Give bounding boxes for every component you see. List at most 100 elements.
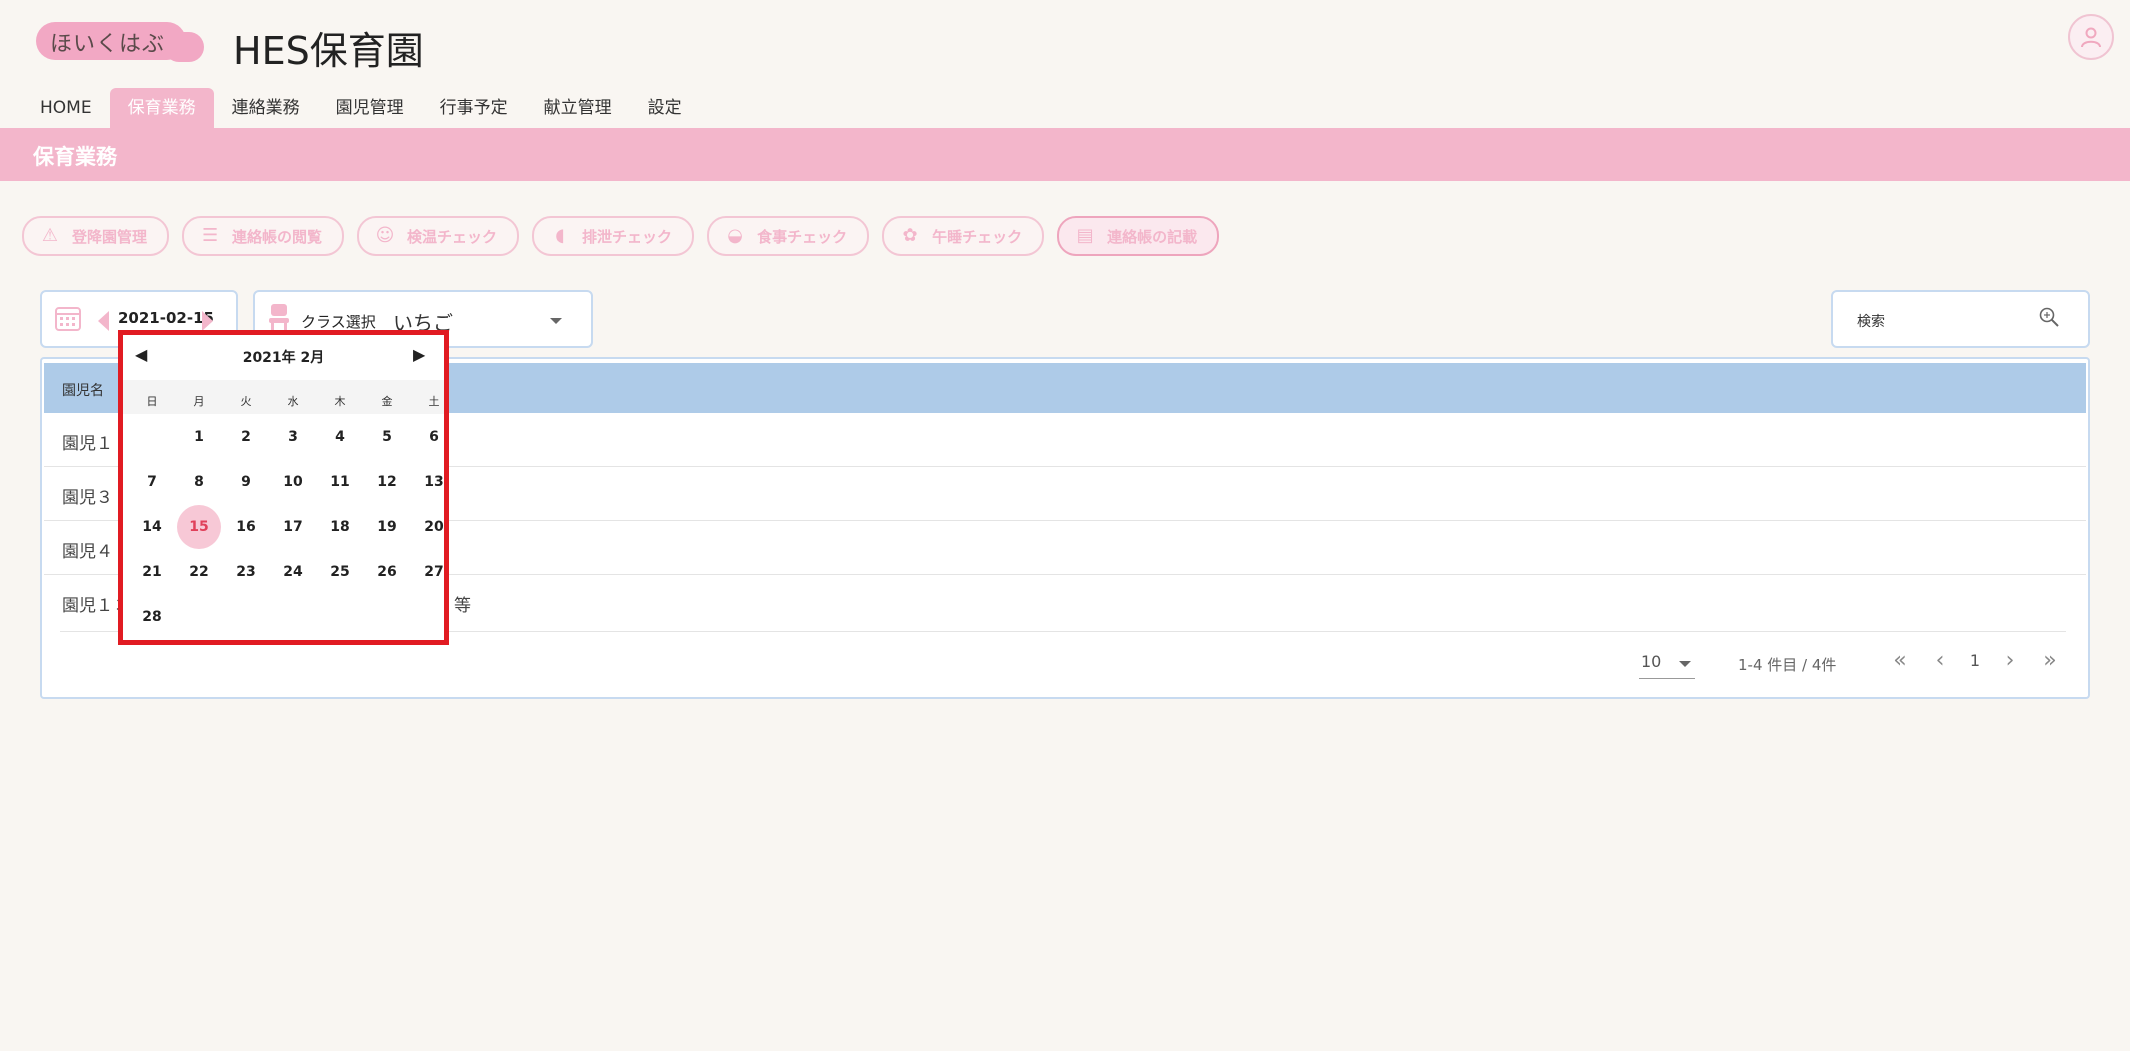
calendar-icon[interactable] xyxy=(54,304,82,332)
duck-icon: ◖ xyxy=(555,225,565,246)
row-name: 園児４ xyxy=(62,542,113,562)
app-logo[interactable]: ほいくはぶ xyxy=(36,22,206,64)
next-page-icon[interactable]: › xyxy=(1990,648,2030,673)
thermometer-icon: ☺ xyxy=(375,225,395,246)
logo-text: ほいくはぶ xyxy=(50,32,166,57)
write-notebook-button[interactable]: ▤ 連絡帳の記載 xyxy=(1057,216,1220,256)
current-page[interactable]: 1 xyxy=(1960,651,1990,670)
calendar-day[interactable]: 3 xyxy=(271,415,315,459)
calendar-day[interactable]: 17 xyxy=(271,505,315,549)
calendar-day[interactable]: 1 xyxy=(177,415,221,459)
calendar-day[interactable]: 7 xyxy=(130,460,174,504)
nav-kondate-kanri[interactable]: 献立管理 xyxy=(526,88,630,128)
last-page-icon[interactable]: » xyxy=(2030,648,2070,673)
view-notebook-button[interactable]: ☰ 連絡帳の閲覧 xyxy=(182,216,345,256)
nav-settings[interactable]: 設定 xyxy=(630,88,700,128)
calendar-weekday-label: 火 xyxy=(240,395,252,408)
calendar-day[interactable]: 2 xyxy=(224,415,268,459)
calendar-day[interactable]: 8 xyxy=(177,460,221,504)
calendar-day[interactable]: 14 xyxy=(130,505,174,549)
calendar-day[interactable]: 24 xyxy=(271,550,315,594)
nap-check-label: 午睡チェック xyxy=(932,227,1023,246)
calendar-day[interactable]: 5 xyxy=(365,415,409,459)
attendance-button[interactable]: ⚠ 登降園管理 xyxy=(22,216,170,256)
logo-cloud-small xyxy=(164,32,204,62)
write-notebook-label: 連絡帳の記載 xyxy=(1107,227,1198,246)
toilet-check-label: 排泄チェック xyxy=(582,227,673,246)
calendar-day[interactable]: 12 xyxy=(365,460,409,504)
bowl-icon: ◒ xyxy=(727,225,743,246)
calendar-day[interactable]: 11 xyxy=(318,460,362,504)
section-title: 保育業務 xyxy=(33,145,117,169)
user-icon xyxy=(2081,27,2101,48)
calendar-weekday-label: 日 xyxy=(146,395,158,408)
calendar-day[interactable]: 19 xyxy=(365,505,409,549)
calendar-day[interactable]: 20 xyxy=(412,505,456,549)
nav-hoiku-gyomu[interactable]: 保育業務 xyxy=(109,88,214,128)
main-nav: HOME 保育業務 連絡業務 園児管理 行事予定 献立管理 設定 xyxy=(22,88,700,128)
nav-home[interactable]: HOME xyxy=(22,88,110,128)
calendar-day[interactable]: 21 xyxy=(130,550,174,594)
chevron-down-icon xyxy=(550,318,562,324)
calendar-day[interactable]: 27 xyxy=(412,550,456,594)
calendar-day[interactable]: 16 xyxy=(224,505,268,549)
search-icon[interactable] xyxy=(2038,306,2060,328)
temperature-check-label: 検温チェック xyxy=(407,227,498,246)
calendar-weekday-label: 月 xyxy=(193,395,205,408)
calendar-day[interactable]: 28 xyxy=(130,595,174,639)
date-value[interactable]: 2021-02-15 xyxy=(118,309,214,327)
calendar-popup: ◀ 2021年 2月 ▶ 日月火水木金土 1 2 3 4 5 6 7 8 9 10 11 12 13 14 1… xyxy=(118,330,449,645)
calendar-month-label: 2021年 2月 xyxy=(242,350,325,366)
page-info: 1-4 件目 / 4件 xyxy=(1738,656,1837,674)
calendar-day[interactable]: 6 xyxy=(412,415,456,459)
prev-page-icon[interactable]: ‹ xyxy=(1920,648,1960,673)
calendar-weekday-label: 木 xyxy=(334,395,346,408)
rows-per-page-value: 10 xyxy=(1641,652,1662,671)
warning-icon: ⚠ xyxy=(41,225,59,246)
calendar-day[interactable]: 13 xyxy=(412,460,456,504)
calendar-day[interactable]: 25 xyxy=(318,550,362,594)
user-menu-button[interactable] xyxy=(2068,14,2114,60)
calendar-day-selected[interactable]: 15 xyxy=(177,505,221,549)
temperature-check-button[interactable]: ☺ 検温チェック xyxy=(357,216,520,256)
row-name: 園児３ xyxy=(62,488,113,508)
app-title: HES保育園 xyxy=(233,29,424,73)
calendar-day[interactable]: 9 xyxy=(224,460,268,504)
pagination: « ‹ 1 › » xyxy=(1880,648,2070,673)
nav-renraku-gyomu[interactable]: 連絡業務 xyxy=(214,88,318,128)
next-day-arrow-icon[interactable] xyxy=(202,311,213,331)
view-notebook-label: 連絡帳の閲覧 xyxy=(232,227,323,246)
next-month-icon[interactable]: ▶ xyxy=(413,345,425,364)
first-page-icon[interactable]: « xyxy=(1880,648,1920,673)
nap-check-button[interactable]: ✿ 午睡チェック xyxy=(882,216,1045,256)
search-label: 検索 xyxy=(1857,314,1885,330)
calendar-day[interactable]: 22 xyxy=(177,550,221,594)
calendar-day[interactable]: 10 xyxy=(271,460,315,504)
calendar-day[interactable]: 23 xyxy=(224,550,268,594)
list-icon: ☰ xyxy=(201,225,219,246)
section-header: 保育業務 xyxy=(0,128,2130,181)
calendar-day[interactable]: 18 xyxy=(318,505,362,549)
function-toolbar: ⚠ 登降園管理 ☰ 連絡帳の閲覧 ☺ 検温チェック ◖ 排泄チェック ◒ 食事チ… xyxy=(22,216,1220,256)
calendar-weekday-label: 金 xyxy=(381,395,393,408)
calendar-weekday-label: 土 xyxy=(428,395,440,408)
toilet-check-button[interactable]: ◖ 排泄チェック xyxy=(532,216,695,256)
meal-check-label: 食事チェック xyxy=(757,227,848,246)
attendance-label: 登降園管理 xyxy=(72,227,148,246)
row-extra-text: 等 xyxy=(454,596,471,616)
class-select-label: クラス選択 xyxy=(301,313,376,331)
calendar-day[interactable]: 26 xyxy=(365,550,409,594)
meal-check-button[interactable]: ◒ 食事チェック xyxy=(707,216,870,256)
calendar-day[interactable]: 4 xyxy=(318,415,362,459)
chevron-down-icon xyxy=(1679,661,1691,667)
row-name: 園児１ xyxy=(62,434,113,454)
notebook-icon: ▤ xyxy=(1076,225,1094,246)
prev-day-arrow-icon[interactable] xyxy=(98,311,109,331)
column-header-name[interactable]: 園児名 xyxy=(62,380,104,400)
nav-gyoji-yotei[interactable]: 行事予定 xyxy=(422,88,526,128)
nav-enji-kanri[interactable]: 園児管理 xyxy=(318,88,422,128)
calendar-header: ◀ 2021年 2月 ▶ xyxy=(123,335,444,380)
search-input[interactable]: 検索 xyxy=(1831,290,2090,348)
bear-icon: ✿ xyxy=(902,225,918,246)
rows-per-page-select[interactable]: 10 xyxy=(1639,652,1695,679)
